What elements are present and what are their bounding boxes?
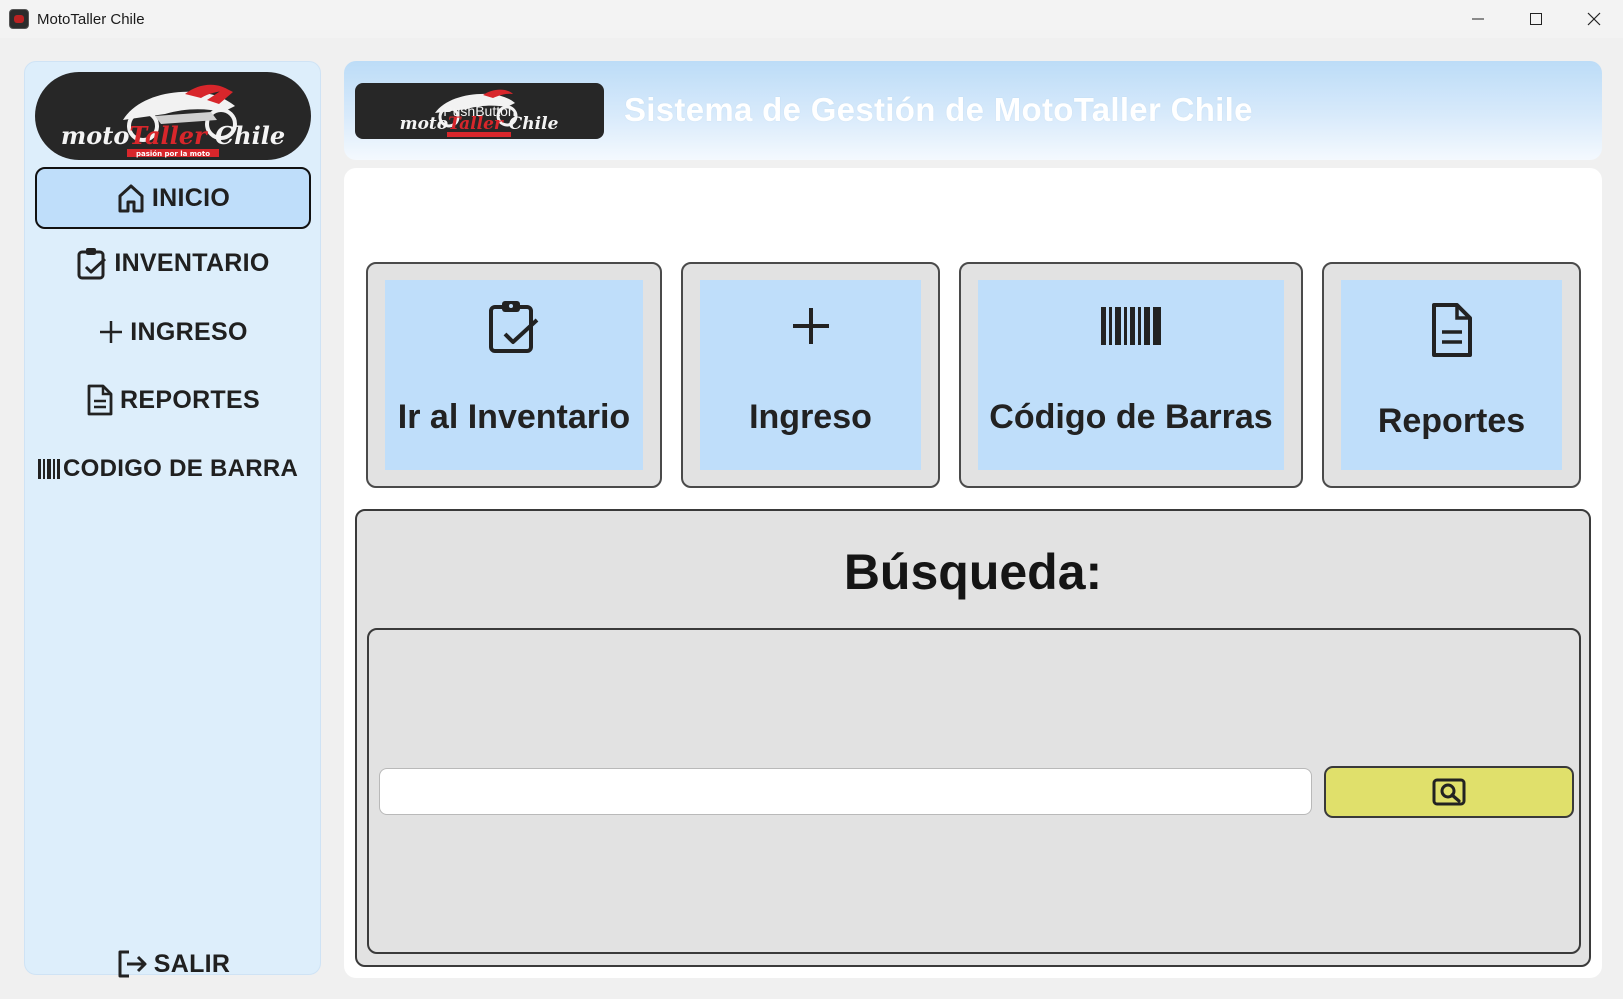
search-icon [1432, 778, 1466, 806]
card-inner: Ingreso [700, 280, 921, 470]
window-controls [1449, 0, 1623, 38]
plus-icon [790, 296, 832, 356]
search-panel: Búsqueda: [355, 509, 1591, 967]
app-icon [9, 9, 29, 29]
card-inner: Código de Barras [978, 280, 1284, 470]
sidebar-item-label: REPORTES [120, 385, 260, 414]
search-button[interactable] [1324, 766, 1574, 818]
header-logo-button-label: PushButton [443, 103, 516, 119]
sidebar-item-inventario[interactable]: INVENTARIO [35, 232, 311, 294]
maximize-button[interactable] [1507, 0, 1565, 38]
main-content: Ir al Inventario Ingreso Código de Barra… [344, 168, 1602, 978]
card-inner: Ir al Inventario [385, 280, 643, 470]
document-icon [86, 383, 114, 417]
clipboard-check-icon [487, 296, 541, 356]
barcode-icon [1100, 296, 1162, 356]
close-button[interactable] [1565, 0, 1623, 38]
motorcycle-logo-icon: motoTaller Chile pasión por la moto [61, 84, 285, 158]
card-inner: Reportes [1341, 280, 1562, 470]
logout-icon [116, 948, 148, 980]
page-title: Sistema de Gestión de MotoTaller Chile [624, 91, 1253, 128]
card-label: Código de Barras [989, 398, 1273, 436]
barcode-card-button[interactable]: Código de Barras [959, 262, 1303, 488]
card-label: Ingreso [749, 398, 872, 436]
sidebar: motoTaller Chile pasión por la moto INIC… [24, 61, 321, 978]
minimize-button[interactable] [1449, 0, 1507, 38]
minimize-icon [1472, 18, 1484, 20]
window-title: MotoTaller Chile [37, 10, 145, 28]
search-title: Búsqueda: [843, 544, 1103, 600]
sidebar-item-reportes[interactable]: REPORTES [35, 369, 311, 431]
close-icon [1587, 12, 1601, 26]
plus-icon [98, 319, 124, 345]
svg-text:motoTaller Chile: motoTaller Chile [61, 121, 285, 150]
maximize-icon [1530, 13, 1542, 25]
exit-label: SALIR [153, 949, 231, 978]
home-icon [116, 182, 146, 214]
sidebar-item-ingreso[interactable]: INGRESO [35, 301, 311, 363]
sidebar-item-inicio[interactable]: INICIO [35, 167, 311, 229]
clipboard-check-icon [76, 246, 108, 280]
reportes-card-button[interactable]: Reportes [1322, 262, 1581, 488]
sidebar-item-label: INVENTARIO [114, 248, 270, 277]
card-label: Ir al Inventario [397, 398, 631, 436]
barcode-icon [37, 457, 61, 481]
inventory-card-button[interactable]: Ir al Inventario [366, 262, 662, 488]
header-banner: motoTaller Chile PushButton Sistema de G… [344, 61, 1602, 160]
search-input[interactable] [379, 768, 1312, 815]
svg-text:pasión por la moto: pasión por la moto [136, 150, 210, 158]
header-logo-button[interactable]: motoTaller Chile PushButton [355, 83, 604, 139]
search-box [367, 628, 1581, 954]
card-label: Reportes [1377, 402, 1526, 440]
exit-button[interactable]: SALIR [35, 933, 311, 995]
brand-logo: motoTaller Chile pasión por la moto [35, 72, 311, 160]
ingreso-card-button[interactable]: Ingreso [681, 262, 940, 488]
sidebar-item-label: INGRESO [130, 317, 248, 346]
document-icon [1430, 300, 1474, 360]
sidebar-item-label: CODIGO DE BARRA [63, 455, 299, 482]
sidebar-item-label: INICIO [151, 183, 231, 212]
window-titlebar: MotoTaller Chile [0, 0, 1623, 38]
sidebar-item-codigo-de-barra[interactable]: CODIGO DE BARRA [35, 438, 311, 500]
